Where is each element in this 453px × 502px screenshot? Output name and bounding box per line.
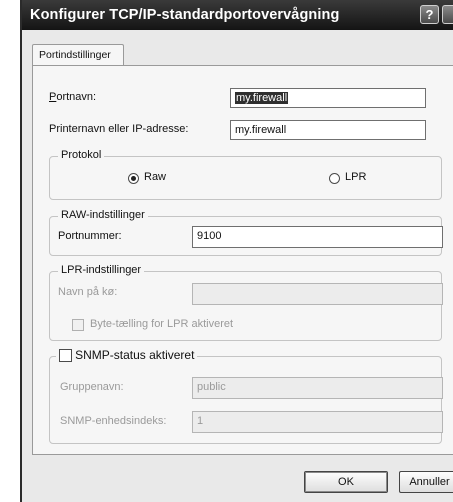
raw-settings-legend: RAW-indstillinger [58, 209, 148, 221]
raw-settings-group: RAW-indstillinger Portnummer: 9100 [49, 209, 443, 256]
printer-name-label: Printernavn eller IP-adresse: [49, 123, 189, 135]
help-icon: ? [425, 7, 434, 22]
snmp-group: SNMP-status aktiveret Gruppenavn: public… [49, 348, 443, 444]
port-number-input[interactable]: 9100 [192, 226, 443, 248]
tab-port-settings-label: Portindstillinger [39, 49, 111, 61]
lpr-settings-group: LPR-indstillinger Navn på kø: Byte-tælli… [49, 264, 443, 341]
lpr-radio[interactable] [329, 173, 340, 184]
snmp-legend: SNMP-status aktiveret [56, 348, 198, 362]
protocol-group: Protokol Raw LPR [49, 149, 442, 200]
printer-name-input[interactable]: my.firewall [230, 120, 426, 140]
device-index-value: 1 [197, 415, 204, 427]
tab-panel-port-settings: Portnavn: my.firewall Printernavn eller … [32, 65, 453, 455]
community-name-value: public [197, 381, 226, 393]
ok-button[interactable]: OK [304, 471, 388, 493]
port-number-value: 9100 [197, 230, 222, 242]
port-name-input[interactable]: my.firewall [230, 88, 426, 108]
byte-count-checkbox[interactable] [72, 319, 84, 331]
snmp-enabled-checkbox[interactable] [59, 348, 72, 362]
port-name-value: my.firewall [235, 92, 289, 104]
title-bar[interactable]: Konfigurer TCP/IP-standardportovervågnin… [22, 0, 453, 30]
lpr-radio-label[interactable]: LPR [345, 171, 366, 183]
help-button[interactable]: ? [420, 5, 439, 24]
byte-count-label[interactable]: Byte-tælling for LPR aktiveret [90, 318, 233, 330]
tab-port-settings[interactable]: Portindstillinger [32, 44, 124, 66]
printer-name-value: my.firewall [235, 124, 287, 136]
cancel-button[interactable]: Annuller [399, 471, 453, 493]
snmp-enabled-label[interactable]: SNMP-status aktiveret [75, 348, 194, 362]
protocol-legend: Protokol [58, 149, 105, 161]
device-index-input[interactable]: 1 [192, 411, 443, 433]
close-button[interactable] [442, 5, 453, 24]
port-name-label: Portnavn: [49, 91, 97, 103]
queue-name-label: Navn på kø: [58, 286, 118, 298]
radio-selected-dot [131, 176, 136, 181]
community-name-input[interactable]: public [192, 377, 443, 399]
device-index-label: SNMP-enhedsindeks: [60, 415, 167, 427]
community-name-label: Gruppenavn: [60, 381, 124, 393]
window-title: Konfigurer TCP/IP-standardportovervågnin… [30, 7, 340, 23]
lpr-settings-legend: LPR-indstillinger [58, 264, 145, 276]
queue-name-input[interactable] [192, 283, 443, 305]
raw-radio[interactable] [128, 173, 139, 184]
dialog-window: Konfigurer TCP/IP-standardportovervågnin… [20, 0, 453, 502]
port-number-label: Portnummer: [58, 230, 122, 242]
raw-radio-label[interactable]: Raw [144, 171, 166, 183]
